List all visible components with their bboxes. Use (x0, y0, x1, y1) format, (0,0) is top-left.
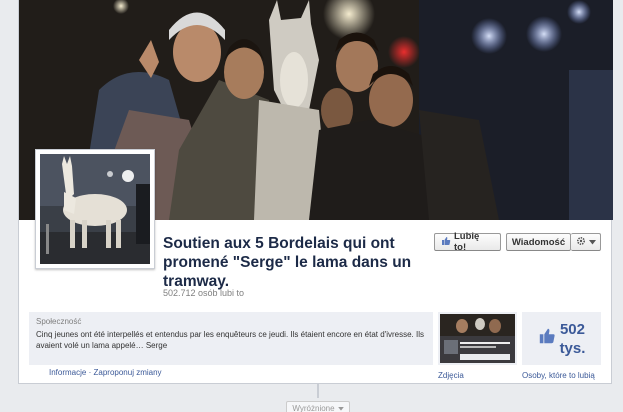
link-separator: · (88, 368, 92, 377)
likes-unit: tys. (559, 339, 586, 357)
likes-summary-box[interactable]: 502 tys. (522, 312, 601, 365)
message-button[interactable]: Wiadomość (506, 233, 571, 251)
likers-link[interactable]: Osoby, które to lubią (522, 371, 595, 380)
suggest-edits-link[interactable]: Zaproponuj zmiany (94, 368, 162, 377)
page-category: Społeczność (36, 317, 82, 326)
thumbs-up-icon (441, 236, 451, 249)
info-link[interactable]: Informacje (49, 368, 86, 377)
timeline-spine (317, 384, 319, 398)
like-button-label: Lubię to! (454, 231, 480, 253)
chevron-down-icon (588, 237, 596, 248)
about-box[interactable]: Społeczność Cinq jeunes ont été interpel… (29, 312, 433, 365)
chevron-down-icon (337, 404, 344, 412)
page-description: Cinq jeunes ont été interpellés et enten… (36, 330, 424, 350)
photos-link[interactable]: Zdjęcia (438, 371, 464, 380)
page-title: Soutien aux 5 Bordelais qui ont promené … (163, 235, 412, 290)
message-button-label: Wiadomość (511, 236, 566, 248)
highlights-dropdown[interactable]: Wyróżnione (286, 401, 350, 412)
photos-thumbnail[interactable] (438, 312, 517, 365)
highlights-label: Wyróżnione (292, 404, 335, 412)
thumbs-up-icon (538, 327, 556, 350)
profile-picture[interactable] (35, 149, 155, 269)
gear-icon (576, 236, 586, 249)
page-header-card: Soutien aux 5 Bordelais qui ont promené … (18, 0, 613, 384)
photos-thumbnail-image (440, 314, 515, 363)
likes-count[interactable]: 502.712 osób lubi to (163, 288, 244, 298)
info-links: Informacje · Zaproponuj zmiany (49, 368, 162, 377)
settings-dropdown-button[interactable] (571, 233, 601, 251)
profile-llama-image (40, 154, 150, 264)
likes-number: 502 (559, 320, 585, 338)
like-button[interactable]: Lubię to! (434, 231, 501, 253)
